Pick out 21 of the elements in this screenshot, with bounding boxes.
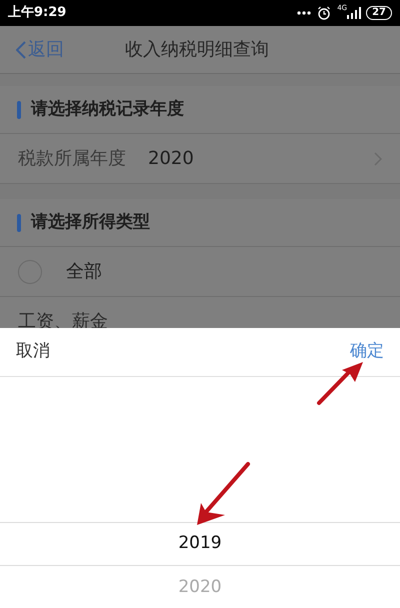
cancel-button[interactable]: 取消 [16,339,50,365]
status-time: 上午9:29 [8,4,68,22]
confirm-button[interactable]: 确定 [350,339,384,365]
row-label: 税款所属年度 [18,147,127,171]
picker-option[interactable]: 2019 [0,522,400,566]
section-marker [17,214,21,232]
alarm-icon [317,6,332,20]
more-icon [297,11,312,15]
row-value: 2020 [148,147,195,171]
picker-option[interactable]: 2020 [0,566,400,608]
section-title: 请选择纳税记录年度 [31,98,184,121]
option-label: 全部 [66,260,102,284]
annotation-arrow [317,362,363,405]
list-row[interactable]: 税款所属年度 2020 [0,134,400,184]
signal-icon [347,7,362,19]
section-title: 请选择所得类型 [31,210,150,234]
annotation-arrow [197,462,250,525]
section-marker [17,100,21,118]
back-icon [16,40,26,58]
battery-indicator: 27 [366,6,392,20]
page-title: 收入纳税明细查询 [125,38,269,62]
